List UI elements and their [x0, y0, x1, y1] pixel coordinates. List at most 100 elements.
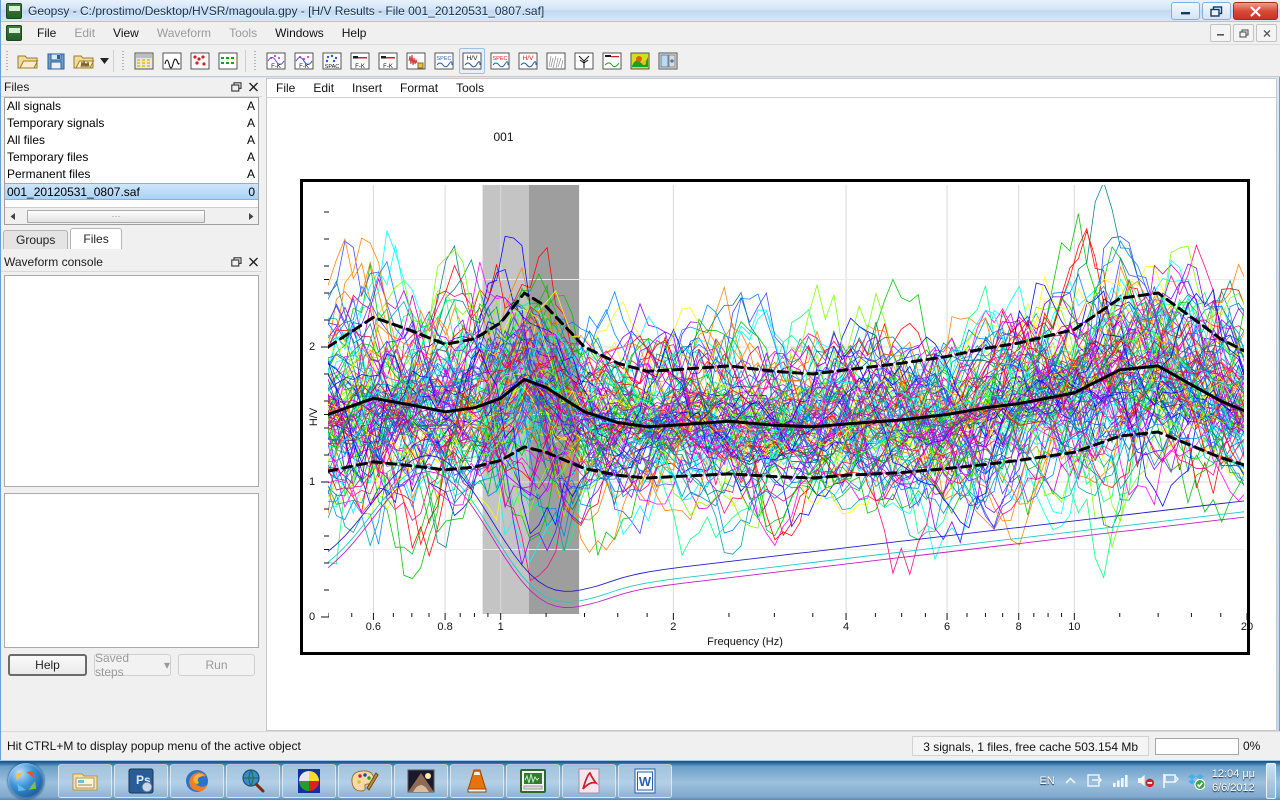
toolbar-separator-2 [245, 49, 246, 72]
start-orb-icon[interactable] [2, 762, 50, 800]
fk-rings-icon[interactable]: F-K [291, 48, 317, 74]
bluetooth-device-icon[interactable] [1087, 772, 1105, 790]
paint-palette-icon[interactable] [338, 763, 392, 798]
svg-text:W: W [639, 774, 652, 789]
mdi-app-icon[interactable] [6, 25, 22, 41]
mdi-window-controls [1210, 24, 1277, 42]
menu-tools[interactable]: Tools [220, 23, 266, 43]
chart-menu-tools[interactable]: Tools [447, 79, 493, 97]
chart-frame[interactable]: H/V 0.6 0.8 1 2 4 6 8 10 20 0 1 2 Frequency (Hz) [300, 179, 1253, 655]
adobe-reader-icon[interactable] [562, 763, 616, 798]
chart-menu-format[interactable]: Format [391, 79, 447, 97]
list-item-col2: A [246, 167, 255, 181]
toolbar-grip-3[interactable] [252, 49, 259, 72]
files-panel-close-button[interactable] [245, 79, 262, 95]
menu-edit[interactable]: Edit [65, 23, 104, 43]
taskbar: Ps W EN 12:04 μμ 6/6/2012 [0, 760, 1280, 800]
report-icon[interactable] [655, 48, 681, 74]
dropdown-arrow-icon[interactable] [98, 48, 110, 74]
minimize-button[interactable] [1171, 2, 1200, 20]
menu-view[interactable]: View [104, 23, 148, 43]
list-item-col2: A [246, 116, 255, 130]
scroll-left-arrow-icon[interactable] [5, 209, 21, 224]
show-hidden-icons-icon[interactable] [1062, 772, 1080, 790]
signal-plot-icon[interactable] [159, 48, 185, 74]
menu-windows[interactable]: Windows [266, 23, 333, 43]
noise-icon[interactable] [543, 48, 569, 74]
show-desktop-button[interactable] [1266, 762, 1276, 799]
console-input-area[interactable] [4, 493, 259, 648]
run-button[interactable]: Run [178, 654, 255, 676]
magnifier-globe-icon[interactable] [226, 763, 280, 798]
close-button[interactable] [1233, 2, 1278, 20]
picks-icon[interactable] [187, 48, 213, 74]
volume-muted-icon[interactable] [1137, 772, 1155, 790]
open-waveform-icon[interactable] [71, 48, 97, 74]
list-item[interactable]: All files A [5, 132, 258, 149]
table-icon[interactable] [131, 48, 157, 74]
vlc-cone-icon[interactable] [450, 763, 504, 798]
firefox-icon[interactable] [170, 763, 224, 798]
chart-plot-area[interactable] [328, 185, 1244, 614]
toolbar-grip-2[interactable] [120, 49, 127, 72]
hv-red-icon[interactable]: H/V [515, 48, 541, 74]
array-icon[interactable] [215, 48, 241, 74]
chart-menu-file[interactable]: File [267, 79, 304, 97]
console-panel-close-button[interactable] [245, 254, 262, 270]
saved-steps-button[interactable]: Saved steps ▾ [94, 651, 171, 679]
console-output-area[interactable] [4, 275, 259, 487]
tab-files[interactable]: Files [70, 228, 122, 249]
svg-text:F-K: F-K [299, 64, 309, 70]
spec-icon[interactable]: SPEC [431, 48, 457, 74]
xtick-label: 6 [943, 621, 951, 633]
mdi-close-button[interactable] [1256, 24, 1277, 42]
mdi-restore-button[interactable] [1233, 24, 1254, 42]
tab-groups[interactable]: Groups [3, 230, 69, 249]
save-file-icon[interactable] [43, 48, 69, 74]
word-icon[interactable]: W [618, 763, 672, 798]
hv-icon[interactable]: H/V [459, 47, 485, 74]
tree-icon[interactable] [571, 48, 597, 74]
chart-menu-edit[interactable]: Edit [304, 79, 343, 97]
network-signal-icon[interactable] [1112, 772, 1130, 790]
list-item[interactable]: All signals A [5, 98, 258, 115]
mdi-minimize-button[interactable] [1210, 24, 1231, 42]
list-item[interactable]: Permanent files A [5, 166, 258, 183]
scroll-right-arrow-icon[interactable] [242, 209, 258, 224]
menu-help[interactable]: Help [333, 23, 376, 43]
fk-vertical-icon[interactable]: F-K [375, 48, 401, 74]
language-indicator[interactable]: EN [1039, 775, 1054, 787]
scrollbar-thumb[interactable]: ⋯ [27, 209, 205, 223]
fk-slant-icon[interactable]: F-K [347, 48, 373, 74]
files-list[interactable]: All signals A Temporary signals A All fi… [4, 97, 259, 225]
geopsy-icon[interactable] [506, 763, 560, 798]
list-item[interactable]: Temporary signals A [5, 115, 258, 132]
menu-file[interactable]: File [28, 23, 65, 43]
clock[interactable]: 12:04 μμ 6/6/2012 [1212, 767, 1255, 795]
scrollbar-track[interactable]: ⋯ [21, 208, 242, 224]
profile-icon[interactable] [599, 48, 625, 74]
list-item-selected[interactable]: 001_20120531_0807.saf 0 [5, 183, 258, 200]
color-pie-icon[interactable] [282, 763, 336, 798]
toolbar-grip[interactable] [4, 49, 11, 72]
fk-icon[interactable]: F-K [263, 48, 289, 74]
chart-menu-insert[interactable]: Insert [343, 79, 391, 97]
menu-waveform[interactable]: Waveform [148, 23, 220, 43]
help-button[interactable]: Help [8, 654, 87, 676]
dispersion-map-icon[interactable] [627, 48, 653, 74]
spec-red-icon[interactable]: SPEC [487, 48, 513, 74]
dropbox-icon[interactable] [1187, 772, 1205, 790]
explorer-icon[interactable] [58, 763, 112, 798]
list-item[interactable]: Temporary files A [5, 149, 258, 166]
waveform-spectrum-icon[interactable] [403, 48, 429, 74]
console-panel-float-button[interactable] [228, 254, 245, 270]
files-horizontal-scrollbar[interactable]: ⋯ [5, 207, 258, 224]
system-tray: EN 12:04 μμ 6/6/2012 [1039, 762, 1280, 799]
photoshop-icon[interactable]: Ps [114, 763, 168, 798]
action-center-flag-icon[interactable] [1162, 772, 1180, 790]
picture-icon[interactable] [394, 763, 448, 798]
files-panel-float-button[interactable] [228, 79, 245, 95]
maximize-button[interactable] [1202, 2, 1231, 20]
open-file-icon[interactable] [15, 48, 41, 74]
spac-icon[interactable]: SPAC [319, 48, 345, 74]
